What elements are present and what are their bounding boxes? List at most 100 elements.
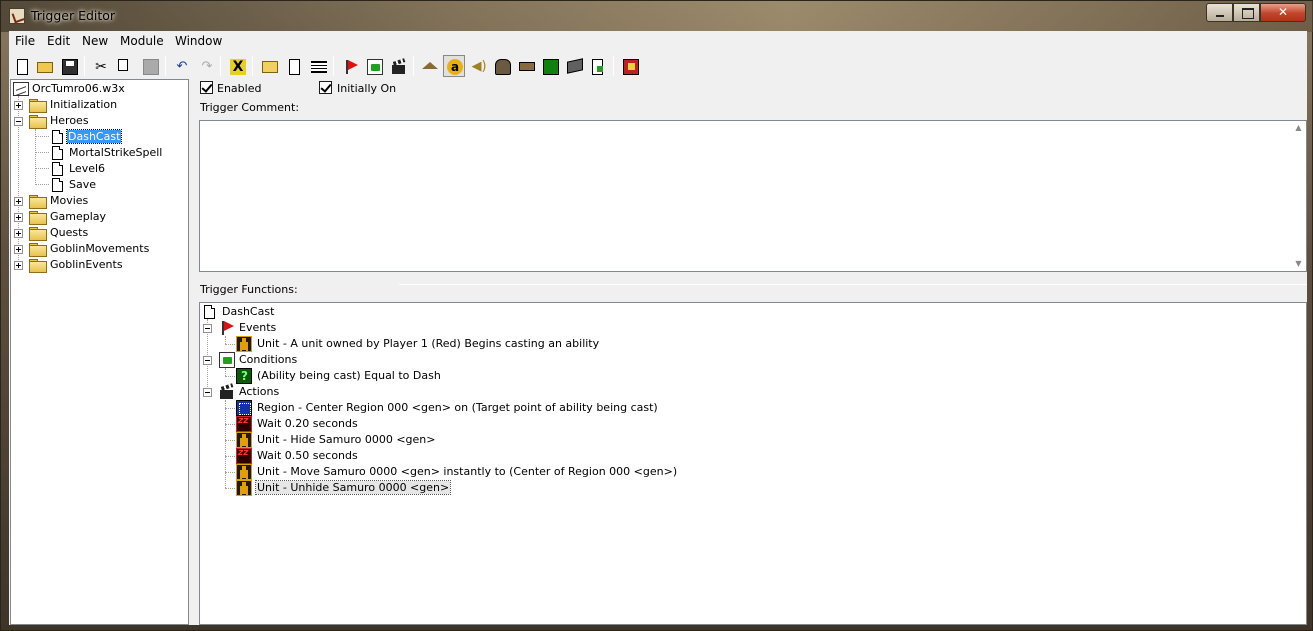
tree-trigger-level6[interactable]: Level6 [51, 161, 181, 177]
new-action-icon[interactable] [387, 55, 409, 77]
tree-guide [225, 408, 235, 409]
action-item[interactable]: Unit - Move Samuro 0000 <gen> instantly … [236, 464, 736, 480]
sound-editor-icon[interactable]: ◀) [467, 55, 489, 77]
enabled-checkbox[interactable] [200, 81, 213, 94]
new-icon[interactable] [11, 55, 33, 77]
function-root-label: DashCast [222, 305, 275, 318]
close-button[interactable] [1260, 3, 1306, 22]
tree-guide [225, 400, 226, 488]
copy-icon[interactable] [114, 55, 136, 77]
expand-icon[interactable] [14, 229, 23, 238]
actions-node[interactable]: Actions [202, 384, 602, 400]
tree-folder-goblinevents[interactable]: GoblinEvents [13, 257, 183, 273]
toolbar-separator [613, 56, 614, 76]
conditions-node[interactable]: Conditions [202, 352, 602, 368]
tree-folder-gameplay[interactable]: Gameplay [13, 209, 183, 225]
title-bar[interactable]: Trigger Editor [1, 1, 1313, 32]
events-label: Events [239, 321, 277, 334]
folder-icon [29, 99, 47, 113]
event-item[interactable]: Unit - A unit owned by Player 1 (Red) Be… [236, 336, 736, 352]
maximize-button[interactable] [1233, 3, 1260, 22]
tree-folder-heroes[interactable]: Heroes [13, 113, 183, 129]
unit-icon [236, 432, 252, 448]
expand-icon[interactable] [14, 213, 23, 222]
trigger-comment-label: Trigger Comment: [200, 101, 300, 114]
tree-folder-goblinmovements[interactable]: GoblinMovements [13, 241, 183, 257]
menu-file[interactable]: File [15, 34, 35, 48]
scroll-up-icon[interactable]: ▲ [1293, 123, 1304, 133]
collapse-icon[interactable] [203, 388, 212, 397]
tree-guide [225, 424, 235, 425]
trigger-functions-tree[interactable]: DashCast Events Unit - A unit owned by P… [199, 302, 1307, 625]
action-item[interactable]: Wait 0.20 seconds [236, 416, 736, 432]
expand-icon[interactable] [14, 245, 23, 254]
paste-icon[interactable] [139, 55, 161, 77]
new-condition-icon[interactable] [363, 55, 385, 77]
save-icon[interactable] [58, 55, 80, 77]
tree-trigger-mortalstrikespell[interactable]: MortalStrikeSpell [51, 145, 181, 161]
tree-guide [35, 168, 49, 169]
expand-icon[interactable] [14, 261, 23, 270]
initially-on-checkbox[interactable] [319, 81, 332, 94]
trigger-editor-icon[interactable]: a [443, 55, 465, 77]
terrain-editor-icon[interactable] [419, 55, 441, 77]
object-manager-icon[interactable] [563, 55, 585, 77]
action-item[interactable]: Wait 0.50 seconds [236, 448, 736, 464]
folder-icon [29, 227, 47, 241]
test-map-icon[interactable] [619, 55, 641, 77]
expand-icon[interactable] [14, 101, 23, 110]
events-node[interactable]: Events [202, 320, 602, 336]
new-comment-icon[interactable] [307, 55, 329, 77]
map-icon [13, 82, 29, 96]
tree-item-label: Heroes [50, 114, 89, 127]
tree-trigger-save[interactable]: Save [51, 177, 181, 193]
action-item[interactable]: Unit - Hide Samuro 0000 <gen> [236, 432, 736, 448]
scroll-down-icon[interactable]: ▼ [1293, 259, 1304, 269]
trigger-doc-icon [52, 178, 63, 192]
new-event-icon[interactable] [339, 55, 361, 77]
action-item[interactable]: Region - Center Region 000 <gen> on (Tar… [236, 400, 736, 416]
splitter-line[interactable] [399, 284, 1307, 285]
trigger-tree[interactable]: OrcTumro06.w3x Initialization Heroes Das… [10, 79, 189, 625]
conditions-label: Conditions [239, 353, 298, 366]
function-root[interactable]: DashCast [202, 304, 602, 320]
action-item-selected[interactable]: Unit - Unhide Samuro 0000 <gen> [236, 480, 736, 496]
unit-icon [236, 480, 252, 496]
menu-new[interactable]: New [82, 34, 108, 48]
collapse-icon[interactable] [14, 117, 23, 126]
toolbar-separator [413, 56, 414, 76]
open-icon[interactable] [33, 55, 55, 77]
new-trigger-icon[interactable] [283, 55, 305, 77]
collapse-icon[interactable] [203, 324, 212, 333]
toolbar-separator [220, 56, 221, 76]
enabled-label: Enabled [217, 82, 262, 95]
object-editor-icon[interactable] [491, 55, 513, 77]
menu-edit[interactable]: Edit [47, 34, 70, 48]
ai-editor-icon[interactable] [539, 55, 561, 77]
tree-folder-movies[interactable]: Movies [13, 193, 183, 209]
expand-icon[interactable] [14, 197, 23, 206]
tree-item-label: Gameplay [50, 210, 107, 223]
unit-icon [236, 336, 252, 352]
condition-item[interactable]: (Ability being cast) Equal to Dash [236, 368, 736, 384]
tree-trigger-dashcast[interactable]: DashCast [51, 129, 181, 145]
cut-icon[interactable]: ✂ [89, 55, 111, 77]
tree-folder-initialization[interactable]: Initialization [13, 97, 183, 113]
trigger-comment-textarea[interactable]: ▲ ▼ [199, 120, 1307, 272]
menu-window[interactable]: Window [175, 34, 222, 48]
tree-root[interactable]: OrcTumro06.w3x [13, 81, 183, 97]
tree-item-label: Save [69, 178, 97, 191]
collapse-icon[interactable] [203, 356, 212, 365]
tree-folder-quests[interactable]: Quests [13, 225, 183, 241]
close-x-icon[interactable]: X [226, 55, 248, 77]
minimize-button[interactable] [1206, 3, 1233, 22]
tree-item-label: Quests [50, 226, 89, 239]
redo-icon[interactable]: ↷ [195, 55, 217, 77]
undo-icon[interactable]: ↶ [170, 55, 192, 77]
campaign-editor-icon[interactable] [515, 55, 537, 77]
new-category-icon[interactable] [258, 55, 280, 77]
menu-module[interactable]: Module [120, 34, 164, 48]
action-text: Region - Center Region 000 <gen> on (Tar… [257, 401, 658, 414]
import-manager-icon[interactable] [587, 55, 609, 77]
wait-icon [236, 448, 252, 464]
